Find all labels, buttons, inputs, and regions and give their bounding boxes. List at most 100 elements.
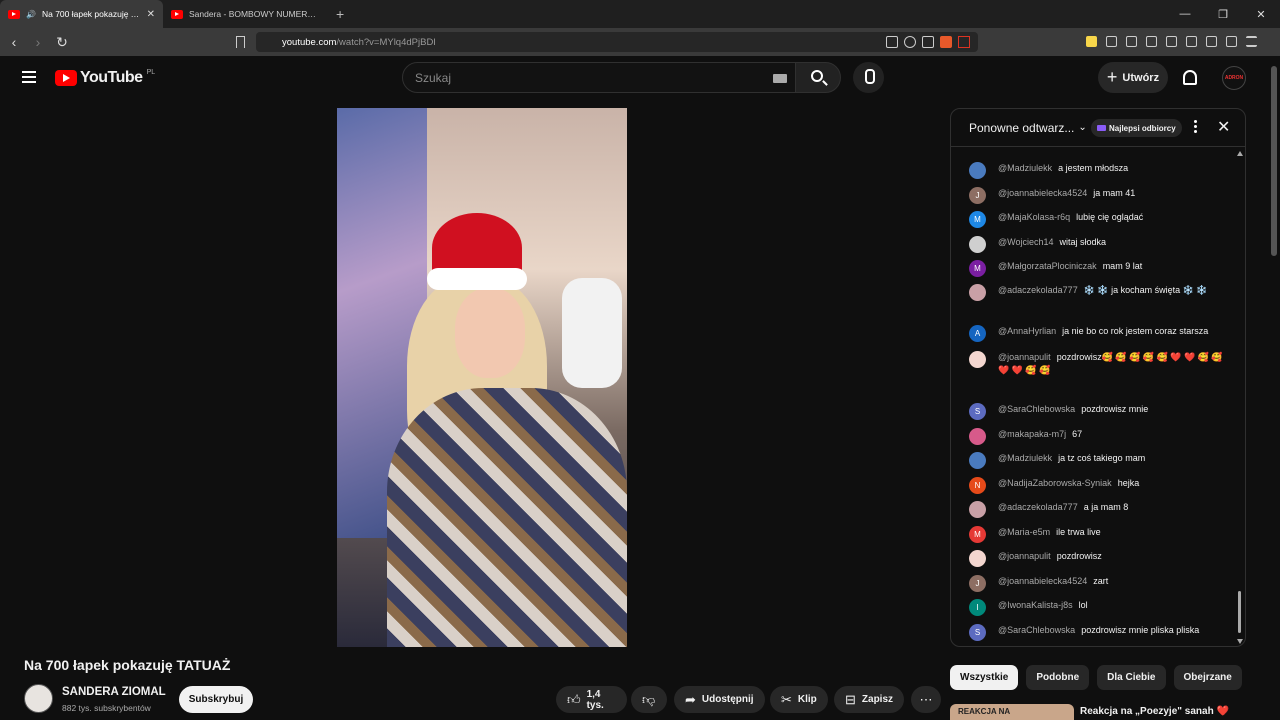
keyboard-icon[interactable] — [773, 74, 787, 83]
top-fans-badge[interactable]: Najlepsi odbiorcy — [1091, 119, 1182, 137]
chat-username[interactable]: @MałgorzataPlociniczak — [998, 261, 1097, 271]
channel-name[interactable]: SANDERA ZIOMAL — [62, 686, 166, 698]
url-bar[interactable]: youtube.com/watch?v=MYlq4dPjBDI — [256, 32, 978, 52]
chat-avatar[interactable] — [969, 236, 986, 253]
dislike-button[interactable]: 👎︎ — [631, 686, 667, 713]
chat-username[interactable]: @adaczekolada777 — [998, 285, 1078, 295]
scroll-up-icon[interactable] — [1237, 151, 1243, 156]
browser-tab-active[interactable]: 🔊 Na 700 łapek pokazuję TATUAŻ ✕ — [0, 0, 163, 28]
chat-username[interactable]: @Wojciech14 — [998, 237, 1054, 247]
extension-icon[interactable] — [1086, 36, 1097, 47]
chat-avatar[interactable]: I — [969, 599, 986, 616]
chat-username[interactable]: @joannabielecka4524 — [998, 188, 1087, 198]
chat-avatar[interactable]: N — [969, 477, 986, 494]
chat-username[interactable]: @joannabielecka4524 — [998, 576, 1087, 586]
like-button[interactable]: 👍︎ 1,4 tys. — [556, 686, 627, 713]
scroll-thumb[interactable] — [1238, 591, 1241, 633]
clip-button[interactable]: ✂ Klip — [770, 686, 828, 713]
recommended-thumbnail[interactable]: REAKCJA NA — [950, 704, 1074, 720]
chat-username[interactable]: @joannapulit — [998, 352, 1051, 362]
chat-avatar[interactable] — [969, 351, 986, 368]
restore-button[interactable]: ❐ — [1204, 8, 1242, 21]
extension-icon[interactable] — [1126, 36, 1137, 47]
account-avatar[interactable]: ADRON — [1222, 66, 1246, 90]
reload-button[interactable]: ↻ — [52, 34, 72, 51]
chip-watched[interactable]: Obejrzane — [1173, 665, 1242, 690]
chat-username[interactable]: @adaczekolada777 — [998, 502, 1078, 512]
chat-avatar[interactable]: M — [969, 211, 986, 228]
page-scroll-thumb[interactable] — [1271, 66, 1277, 256]
chat-avatar[interactable] — [969, 428, 986, 445]
chat-username[interactable]: @Maria-e5m — [998, 527, 1050, 537]
chat-avatar[interactable] — [969, 501, 986, 518]
audio-icon[interactable]: 🔊 — [26, 10, 36, 19]
back-button[interactable]: ‹ — [4, 34, 24, 50]
chat-username[interactable]: @SaraChlebowska — [998, 404, 1075, 414]
media-icon[interactable] — [1146, 36, 1157, 47]
save-button[interactable]: ⊟ Zapisz — [834, 686, 905, 713]
notifications-bell-icon[interactable] — [1183, 70, 1197, 85]
chat-username[interactable]: @Madziulekk — [998, 453, 1052, 463]
hamburger-menu-icon[interactable] — [22, 71, 36, 86]
more-actions-button[interactable]: ⋯ — [911, 686, 941, 713]
chat-avatar[interactable] — [969, 452, 986, 469]
chip-for-you[interactable]: Dla Ciebie — [1097, 665, 1166, 690]
search-input[interactable]: Szukaj — [402, 62, 796, 93]
sidebar-icon[interactable] — [1166, 36, 1177, 47]
chat-username[interactable]: @IwonaKalista-j8s — [998, 600, 1073, 610]
chat-avatar[interactable]: M — [969, 260, 986, 277]
scroll-down-icon[interactable] — [1237, 639, 1243, 644]
chat-username[interactable]: @joannapulit — [998, 551, 1051, 561]
recommended-title[interactable]: Reakcja na „Poezyje" sanah ❤️ — [1080, 706, 1229, 717]
share-icon[interactable] — [922, 36, 934, 48]
chevron-down-icon[interactable]: ⌄ — [1078, 122, 1086, 133]
brave-rewards-icon[interactable] — [958, 36, 970, 48]
chat-avatar[interactable]: M — [969, 526, 986, 543]
chat-avatar[interactable]: S — [969, 624, 986, 641]
close-tab-icon[interactable]: ✕ — [147, 9, 155, 20]
chat-username[interactable]: @MajaKolasa-r6q — [998, 212, 1070, 222]
share-label: Udostępnij — [701, 694, 754, 705]
chat-username[interactable]: @makapaka-m7j — [998, 429, 1066, 439]
leo-icon[interactable] — [1206, 36, 1217, 47]
chat-menu-icon[interactable] — [1194, 120, 1197, 135]
chip-related[interactable]: Podobne — [1026, 665, 1090, 690]
zoom-icon[interactable] — [904, 36, 916, 48]
vpn-icon[interactable] — [1226, 36, 1237, 47]
chip-all[interactable]: Wszystkie — [950, 665, 1019, 690]
create-button[interactable]: + Utwórz — [1098, 62, 1168, 93]
subscribe-button[interactable]: Subskrybuj — [179, 686, 253, 713]
brave-shield-icon[interactable] — [940, 36, 952, 48]
minimize-button[interactable]: — — [1166, 8, 1204, 20]
chat-avatar[interactable] — [969, 284, 986, 301]
close-chat-icon[interactable]: ✕ — [1217, 117, 1230, 137]
chat-avatar[interactable]: J — [969, 187, 986, 204]
chat-username[interactable]: @NadijaZaborowska-Syniak — [998, 478, 1112, 488]
puzzle-icon[interactable] — [1106, 36, 1117, 47]
forward-button[interactable]: › — [28, 34, 48, 50]
search-button[interactable] — [795, 62, 841, 93]
chat-avatar[interactable]: S — [969, 403, 986, 420]
chat-avatar[interactable] — [969, 162, 986, 179]
youtube-logo[interactable]: YouTube PL — [55, 69, 155, 87]
wallet-icon[interactable] — [1186, 36, 1197, 47]
share-button[interactable]: ➦ Udostępnij — [674, 686, 765, 713]
bookmark-icon[interactable] — [236, 36, 245, 48]
chat-avatar[interactable] — [969, 550, 986, 567]
voice-search-icon[interactable] — [853, 62, 884, 93]
video-player[interactable] — [337, 108, 627, 647]
browser-tab[interactable]: Sandera - BOMBOWY NUMER (Official — [163, 0, 326, 28]
chat-username[interactable]: @Madziulekk — [998, 163, 1052, 173]
close-window-button[interactable]: ✕ — [1242, 8, 1280, 21]
page-scrollbar[interactable] — [1268, 56, 1280, 720]
open-in-app-icon[interactable] — [886, 36, 898, 48]
chat-avatar[interactable]: J — [969, 575, 986, 592]
new-tab-button[interactable]: + — [326, 6, 354, 22]
chat-username[interactable]: @SaraChlebowska — [998, 625, 1075, 635]
chat-title[interactable]: Ponowne odtwarz... — [969, 121, 1074, 135]
chat-avatar[interactable]: A — [969, 325, 986, 342]
chat-scrollbar[interactable] — [1237, 151, 1243, 645]
chat-username[interactable]: @AnnaHyrlian — [998, 326, 1056, 336]
channel-avatar[interactable] — [24, 684, 53, 713]
menu-icon[interactable] — [1246, 36, 1257, 47]
